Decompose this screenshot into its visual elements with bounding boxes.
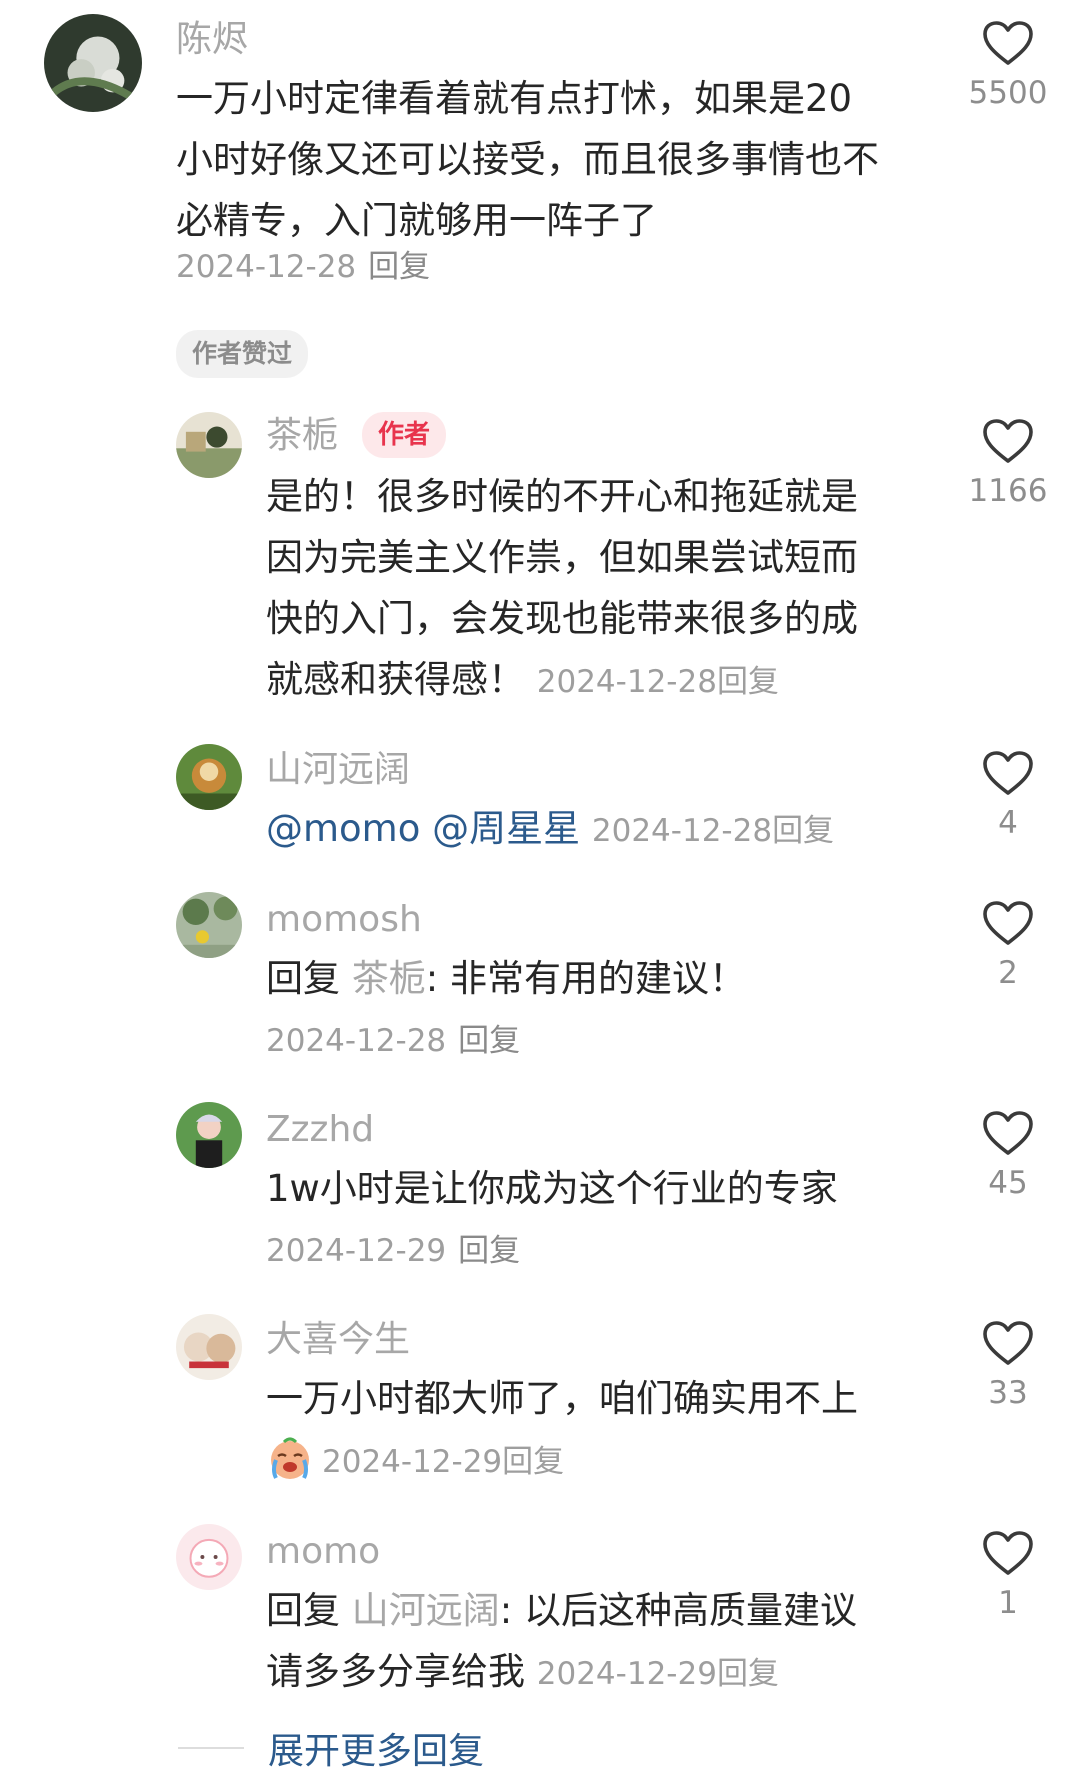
divider bbox=[178, 1747, 244, 1749]
avatar[interactable] bbox=[176, 1102, 242, 1168]
comment-line: 请多多分享给我 2024-12-29回复 bbox=[266, 1650, 779, 1693]
reply-button[interactable]: 回复 bbox=[502, 1444, 564, 1480]
comment-line: 必精专，入门就够用一阵子了 bbox=[176, 199, 657, 242]
quoted-user[interactable]: 茶栀 bbox=[352, 957, 426, 1000]
like-count: 45 bbox=[988, 1165, 1028, 1201]
expand-more-label[interactable]: 展开更多回复 bbox=[268, 1722, 484, 1774]
username[interactable]: momo bbox=[266, 1534, 380, 1570]
crying-face-emoji bbox=[271, 1437, 309, 1479]
timestamp: 2024-12-28 bbox=[591, 813, 773, 849]
like-button[interactable]: 1 bbox=[948, 1530, 1068, 1619]
username[interactable]: 茶栀 bbox=[266, 418, 338, 454]
avatar[interactable] bbox=[176, 1314, 242, 1380]
comment-line: 就感和获得感！ 2024-12-28回复 bbox=[266, 658, 779, 701]
like-button[interactable]: 45 bbox=[948, 1110, 1068, 1199]
reply-button[interactable]: 回复 bbox=[458, 1233, 520, 1269]
reply-button[interactable]: 回复 bbox=[717, 664, 779, 700]
avatar[interactable] bbox=[176, 744, 242, 810]
comment-body: : 非常有用的建议！ bbox=[425, 957, 746, 1000]
reply-button[interactable]: 回复 bbox=[772, 813, 834, 849]
comment-text: @momo @周星星 2024-12-28回复 bbox=[266, 798, 834, 862]
comment-text: 回复 茶栀: 非常有用的建议！ bbox=[266, 948, 746, 1009]
username[interactable]: momosh bbox=[266, 902, 422, 938]
username[interactable]: 大喜今生 bbox=[266, 1322, 410, 1358]
timestamp: 2024-12-29 bbox=[536, 1656, 717, 1692]
mention-link[interactable]: @周星星 bbox=[432, 807, 580, 850]
comment-line: 一万小时都大师了，咱们确实用不上 bbox=[266, 1377, 858, 1420]
comment-line: 快的入门，会发现也能带来很多的成 bbox=[266, 597, 858, 640]
like-button[interactable]: 4 bbox=[948, 750, 1068, 839]
reply-prefix: 回复 bbox=[266, 957, 340, 1000]
username[interactable]: Zzzhd bbox=[266, 1112, 374, 1148]
avatar[interactable] bbox=[176, 412, 242, 478]
timestamp: 2024-12-28 bbox=[266, 1023, 447, 1059]
username[interactable]: 陈烬 bbox=[176, 22, 248, 58]
comment-text: 回复 山河远阔: 以后这种高质量建议 请多多分享给我 2024-12-29回复 bbox=[266, 1580, 857, 1705]
avatar[interactable] bbox=[176, 1524, 242, 1590]
reply-button[interactable]: 回复 bbox=[458, 1023, 520, 1059]
like-count: 4 bbox=[998, 805, 1018, 841]
reply-prefix: 回复 bbox=[266, 1589, 340, 1632]
author-tag: 作者 bbox=[362, 412, 447, 458]
comment-text: 是的！很多时候的不开心和拖延就是 因为完美主义作祟，但如果尝试短而 快的入门，会… bbox=[266, 466, 858, 713]
like-count: 1 bbox=[998, 1585, 1018, 1621]
timestamp: 2024-12-29 bbox=[266, 1233, 447, 1269]
avatar[interactable] bbox=[44, 14, 142, 112]
heart-icon[interactable] bbox=[982, 418, 1034, 464]
heart-icon[interactable] bbox=[982, 900, 1034, 946]
comment-meta: 2024-12-28 回复 bbox=[266, 1026, 520, 1057]
comment-line: 一万小时定律看着就有点打怵，如果是20 bbox=[176, 77, 853, 120]
comment-meta: 2024-12-29 回复 bbox=[266, 1236, 520, 1267]
mention-link[interactable]: @momo bbox=[266, 807, 420, 850]
comment-meta: 2024-12-28 回复 bbox=[176, 252, 430, 283]
like-count: 5500 bbox=[968, 75, 1048, 111]
like-count: 1166 bbox=[968, 473, 1048, 509]
like-button[interactable]: 2 bbox=[948, 900, 1068, 989]
reply-button[interactable]: 回复 bbox=[368, 249, 430, 285]
like-count: 33 bbox=[988, 1375, 1028, 1411]
heart-icon[interactable] bbox=[982, 20, 1034, 66]
heart-icon[interactable] bbox=[982, 1110, 1034, 1156]
comment-line: 是的！很多时候的不开心和拖延就是 bbox=[266, 475, 858, 518]
comment-body: : 以后这种高质量建议 bbox=[499, 1589, 857, 1632]
comment-line: 小时好像又还可以接受，而且很多事情也不 bbox=[176, 138, 879, 181]
comment-text: 一万小时定律看着就有点打怵，如果是20 小时好像又还可以接受，而且很多事情也不 … bbox=[176, 68, 879, 251]
reply-button[interactable]: 回复 bbox=[717, 1656, 779, 1692]
comment-line: 因为完美主义作祟，但如果尝试短而 bbox=[266, 536, 858, 579]
heart-icon[interactable] bbox=[982, 750, 1034, 796]
quoted-user[interactable]: 山河远阔 bbox=[352, 1589, 500, 1632]
comment-text: 一万小时都大师了，咱们确实用不上 2024-12-29回复 bbox=[266, 1368, 858, 1493]
heart-icon[interactable] bbox=[982, 1320, 1034, 1366]
timestamp: 2024-12-29 bbox=[322, 1444, 503, 1480]
like-button[interactable]: 5500 bbox=[948, 20, 1068, 109]
username[interactable]: 山河远阔 bbox=[266, 752, 410, 788]
avatar[interactable] bbox=[176, 892, 242, 958]
author-liked-badge: 作者赞过 bbox=[176, 330, 309, 378]
like-button[interactable]: 1166 bbox=[948, 418, 1068, 507]
comment-line: 2024-12-29回复 bbox=[266, 1429, 858, 1493]
like-count: 2 bbox=[998, 955, 1018, 991]
comment-text: 1w小时是让你成为这个行业的专家 bbox=[266, 1167, 838, 1210]
like-button[interactable]: 33 bbox=[948, 1320, 1068, 1409]
timestamp: 2024-12-28 bbox=[176, 249, 357, 285]
comment-line: 回复 山河远阔: 以后这种高质量建议 bbox=[266, 1580, 857, 1641]
expand-more-replies[interactable]: 展开更多回复 bbox=[178, 1722, 484, 1774]
timestamp: 2024-12-28 bbox=[536, 664, 717, 700]
heart-icon[interactable] bbox=[982, 1530, 1034, 1576]
